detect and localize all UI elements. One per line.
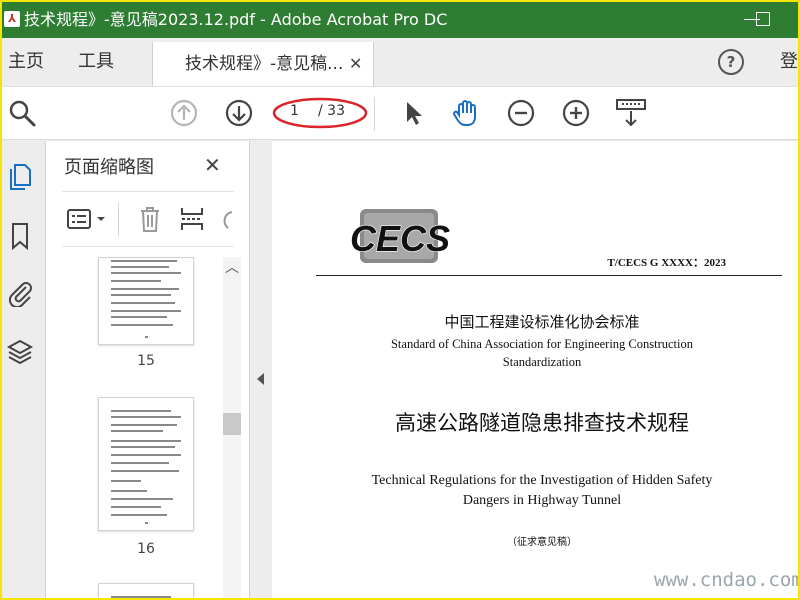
help-icon[interactable]: ?	[718, 49, 744, 75]
bookmark-icon[interactable]	[6, 221, 34, 251]
tab-document[interactable]: 技术规程》-意见稿... ✕	[152, 42, 374, 86]
attachment-icon[interactable]	[6, 277, 34, 307]
close-panel-icon[interactable]: ✕	[204, 153, 221, 177]
search-icon[interactable]	[6, 97, 38, 129]
cn-standard-name: 中国工程建设标准化协会标准	[444, 313, 640, 331]
zoom-in-icon[interactable]	[560, 97, 592, 129]
thumbnail-options-icon[interactable]	[66, 206, 112, 234]
tab-home[interactable]: 主页	[8, 38, 44, 86]
page-display-icon[interactable]	[614, 97, 648, 129]
login-button[interactable]: 登	[780, 38, 798, 86]
total-pages: / 33	[318, 103, 345, 119]
toolbar: 1 / 33	[2, 86, 798, 140]
header-rule	[316, 275, 782, 276]
logo-text: CECS	[350, 218, 450, 259]
title-bar: ⅄ 技术规程》-意见稿2023.12.pdf - Adobe Acrobat P…	[2, 2, 798, 38]
layers-icon[interactable]	[6, 337, 34, 367]
tab-row: 主页 工具 技术规程》-意见稿... ✕ ? 登	[2, 38, 798, 86]
panel-toolbar	[62, 191, 234, 247]
thumbnail-panel: 页面缩略图 ✕ 15 16 ︿	[46, 141, 250, 598]
next-page-icon[interactable]	[223, 97, 255, 129]
previous-page-icon[interactable]	[168, 97, 200, 129]
panel-toolbar-divider	[118, 202, 119, 236]
left-navigation-rail	[2, 141, 46, 598]
site-watermark: www.cndao.com	[654, 569, 800, 591]
thumbnail-page-number: 16	[137, 541, 155, 557]
hand-tool-icon[interactable]	[450, 97, 482, 129]
en-document-title: Technical Regulations for the Investigat…	[371, 473, 713, 508]
draft-note: （征求意见稿）	[507, 537, 577, 548]
zoom-out-icon[interactable]	[505, 97, 537, 129]
toolbar-divider	[374, 97, 375, 131]
cn-document-title: 高速公路隧道隐患排查技术规程	[395, 411, 689, 435]
insert-page-icon[interactable]	[178, 204, 206, 234]
thumbnail-scrollbar[interactable]: ︿	[223, 257, 241, 598]
document-tab-label: 技术规程》-意见稿...	[185, 54, 344, 74]
maximize-button[interactable]	[756, 12, 770, 26]
thumbnail-page-number: 15	[137, 353, 155, 369]
current-page-input[interactable]: 1	[290, 103, 299, 119]
window-title: 技术规程》-意见稿2023.12.pdf - Adobe Acrobat Pro…	[24, 10, 448, 29]
scroll-up-icon[interactable]: ︿	[225, 257, 239, 277]
delete-page-icon[interactable]	[136, 204, 164, 234]
tab-tools[interactable]: 工具	[78, 38, 114, 86]
page-thumbnails-icon[interactable]	[6, 161, 34, 191]
select-arrow-icon[interactable]	[397, 97, 429, 129]
cecs-logo: CECS	[350, 209, 450, 263]
app-window: ⅄ 技术规程》-意见稿2023.12.pdf - Adobe Acrobat P…	[0, 0, 800, 600]
document-page: CECS T/CECS G XXXX：2023 中国工程建设标准化协会标准 St…	[272, 141, 800, 598]
panel-title: 页面缩略图	[64, 157, 154, 178]
close-tab-icon[interactable]: ✕	[349, 42, 362, 86]
page-thumbnail[interactable]	[98, 397, 194, 531]
acrobat-icon: ⅄	[4, 11, 20, 27]
standard-code: T/CECS G XXXX：2023	[607, 257, 726, 269]
scrollbar-thumb[interactable]	[223, 413, 241, 435]
collapse-panel-strip[interactable]	[250, 141, 272, 598]
page-thumbnail[interactable]	[98, 257, 194, 345]
page-number-box[interactable]: 1 / 33	[272, 97, 368, 129]
collapse-arrow-icon[interactable]	[257, 373, 264, 385]
en-standard-name: Standard of China Association for Engine…	[390, 337, 694, 369]
rotate-page-icon[interactable]	[218, 206, 234, 232]
page-thumbnail[interactable]	[98, 583, 194, 598]
